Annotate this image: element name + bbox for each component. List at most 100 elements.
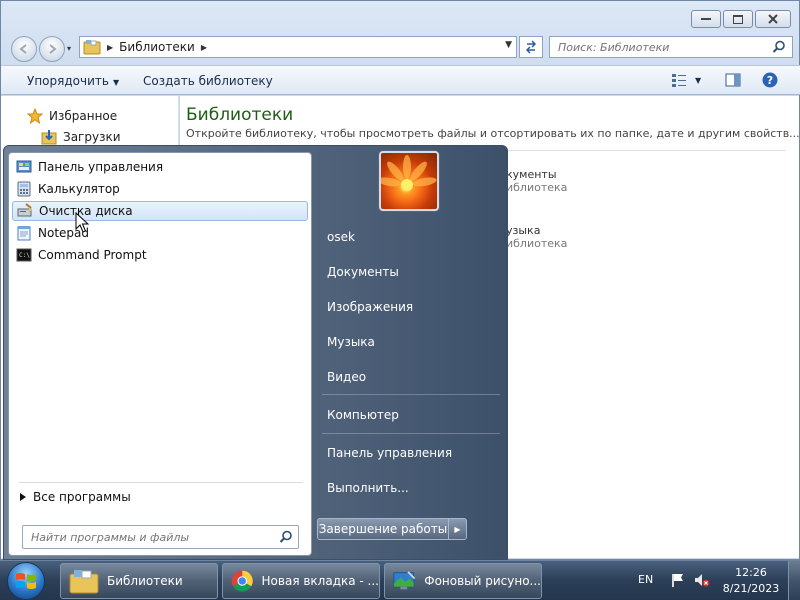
program-notepad[interactable]: Notepad bbox=[12, 223, 308, 243]
address-history-dropdown[interactable]: ▼ bbox=[505, 40, 512, 50]
taskbar: Библиотеки Новая вкладка - ... Фоновый р… bbox=[0, 560, 800, 600]
computer-link[interactable]: Компьютер bbox=[327, 408, 399, 422]
recent-pages-dropdown[interactable]: ▾ bbox=[67, 44, 71, 53]
windows-logo-icon bbox=[16, 573, 36, 589]
volume-muted-icon[interactable] bbox=[694, 572, 710, 588]
back-arrow-icon bbox=[19, 44, 27, 54]
language-indicator[interactable]: EN bbox=[638, 573, 653, 586]
forward-arrow-icon bbox=[49, 44, 57, 54]
search-box[interactable] bbox=[549, 36, 793, 58]
videos-link[interactable]: Видео bbox=[327, 370, 366, 384]
clock-date: 8/21/2023 bbox=[722, 582, 780, 595]
shutdown-button-group: Завершение работы ▶ bbox=[317, 518, 467, 540]
library-music[interactable]: узыка иблиотека bbox=[506, 224, 567, 250]
shutdown-button[interactable]: Завершение работы bbox=[318, 519, 448, 539]
taskbar-item-chrome[interactable]: Новая вкладка - ... bbox=[222, 563, 380, 599]
start-button[interactable] bbox=[7, 562, 45, 600]
all-programs-label: Все программы bbox=[33, 490, 131, 504]
shutdown-options-button[interactable]: ▶ bbox=[448, 519, 466, 539]
divider bbox=[322, 433, 500, 434]
clock-time: 12:26 bbox=[735, 566, 767, 579]
arrow-right-icon bbox=[20, 493, 26, 501]
run-link[interactable]: Выполнить... bbox=[327, 481, 409, 495]
close-button[interactable] bbox=[755, 10, 791, 28]
start-search-box[interactable] bbox=[22, 525, 299, 549]
arrow-right-icon: ▶ bbox=[454, 524, 461, 534]
system-clock[interactable]: 12:26 8/21/2023 bbox=[718, 565, 784, 597]
chrome-icon bbox=[231, 570, 253, 592]
pictures-link[interactable]: Изображения bbox=[327, 300, 413, 314]
refresh-button[interactable] bbox=[519, 36, 543, 58]
control-panel-icon bbox=[16, 160, 32, 173]
program-label: Калькулятор bbox=[38, 182, 120, 196]
taskbar-item-libraries[interactable]: Библиотеки bbox=[60, 563, 218, 599]
calculator-icon bbox=[17, 181, 31, 197]
command-bar: Упорядочить ▼ Создать библиотеку ▼ ? bbox=[1, 65, 800, 95]
maximize-button[interactable] bbox=[723, 10, 753, 28]
breadcrumb-libraries[interactable]: Библиотеки bbox=[119, 40, 195, 54]
taskbar-item-label: Фоновый рисуно... bbox=[424, 574, 541, 588]
maximize-icon bbox=[733, 14, 743, 24]
favorites-star-icon bbox=[27, 108, 43, 124]
breadcrumb-chevron-icon[interactable]: ▶ bbox=[107, 43, 113, 52]
library-type: иблиотека bbox=[506, 181, 568, 194]
window-controls bbox=[691, 10, 791, 28]
taskbar-item-label: Библиотеки bbox=[107, 574, 183, 588]
search-input[interactable] bbox=[558, 40, 768, 54]
user-folder-link[interactable]: osek bbox=[327, 230, 355, 244]
libraries-folder-icon bbox=[69, 570, 99, 594]
taskbar-item-label: Новая вкладка - ... bbox=[261, 574, 379, 588]
library-documents[interactable]: кументы иблиотека bbox=[506, 168, 567, 194]
view-options-dropdown[interactable]: ▼ bbox=[695, 76, 701, 85]
notepad-icon bbox=[17, 226, 31, 241]
change-view-icon[interactable] bbox=[671, 72, 687, 88]
preview-pane-icon[interactable] bbox=[725, 72, 741, 88]
disk-cleanup-icon bbox=[17, 203, 32, 217]
organize-button[interactable]: Упорядочить ▼ bbox=[27, 74, 119, 88]
nav-item-favorites[interactable]: Избранное bbox=[27, 108, 117, 124]
program-label: Command Prompt bbox=[38, 248, 147, 262]
organize-label: Упорядочить bbox=[27, 74, 109, 88]
start-search-input[interactable] bbox=[31, 530, 271, 544]
show-desktop-button[interactable] bbox=[788, 561, 800, 600]
library-name: узыка bbox=[506, 224, 541, 237]
downloads-label: Загрузки bbox=[63, 130, 121, 144]
taskbar-item-desktop-background[interactable]: Фоновый рисуно... bbox=[384, 563, 542, 599]
program-control-panel[interactable]: Панель управления bbox=[12, 157, 308, 177]
documents-link[interactable]: Документы bbox=[327, 265, 399, 279]
program-calculator[interactable]: Калькулятор bbox=[12, 179, 308, 199]
refresh-icon bbox=[525, 40, 537, 54]
divider bbox=[19, 482, 303, 483]
forward-button[interactable] bbox=[39, 36, 65, 62]
navigation-bar: ▾ ▶ Библиотеки ▶ ▼ bbox=[1, 31, 800, 63]
libraries-folder-icon bbox=[83, 40, 101, 55]
close-icon bbox=[768, 14, 778, 24]
user-picture[interactable] bbox=[379, 151, 439, 211]
all-programs-button[interactable]: Все программы bbox=[19, 490, 131, 504]
programs-pane: Панель управления Калькулятор Очистка ди… bbox=[8, 152, 312, 556]
action-center-flag-icon[interactable] bbox=[670, 572, 686, 588]
command-prompt-icon: C:\ bbox=[16, 248, 32, 262]
search-icon[interactable] bbox=[279, 530, 293, 544]
program-disk-cleanup[interactable]: Очистка диска bbox=[12, 201, 308, 221]
minimize-button[interactable] bbox=[691, 10, 721, 28]
nav-item-downloads[interactable]: Загрузки bbox=[41, 129, 121, 145]
library-type: иблиотека bbox=[506, 237, 568, 250]
music-link[interactable]: Музыка bbox=[327, 335, 375, 349]
address-bar[interactable]: ▶ Библиотеки ▶ ▼ bbox=[79, 36, 517, 58]
help-icon[interactable]: ? bbox=[762, 72, 778, 88]
downloads-folder-icon bbox=[41, 130, 57, 145]
svg-text:C:\: C:\ bbox=[19, 252, 30, 259]
svg-text:?: ? bbox=[767, 74, 773, 87]
chevron-down-icon: ▼ bbox=[112, 78, 120, 87]
create-library-button[interactable]: Создать библиотеку bbox=[143, 74, 273, 88]
search-icon[interactable] bbox=[772, 40, 786, 54]
breadcrumb-chevron-icon[interactable]: ▶ bbox=[201, 43, 207, 52]
start-menu: Панель управления Калькулятор Очистка ди… bbox=[3, 145, 508, 560]
back-button[interactable] bbox=[11, 36, 37, 62]
content-title: Библиотеки bbox=[186, 105, 294, 125]
program-command-prompt[interactable]: C:\ Command Prompt bbox=[12, 245, 308, 265]
desktop-background-icon bbox=[393, 571, 416, 590]
control-panel-link[interactable]: Панель управления bbox=[327, 446, 452, 460]
mouse-cursor-icon bbox=[75, 212, 89, 233]
